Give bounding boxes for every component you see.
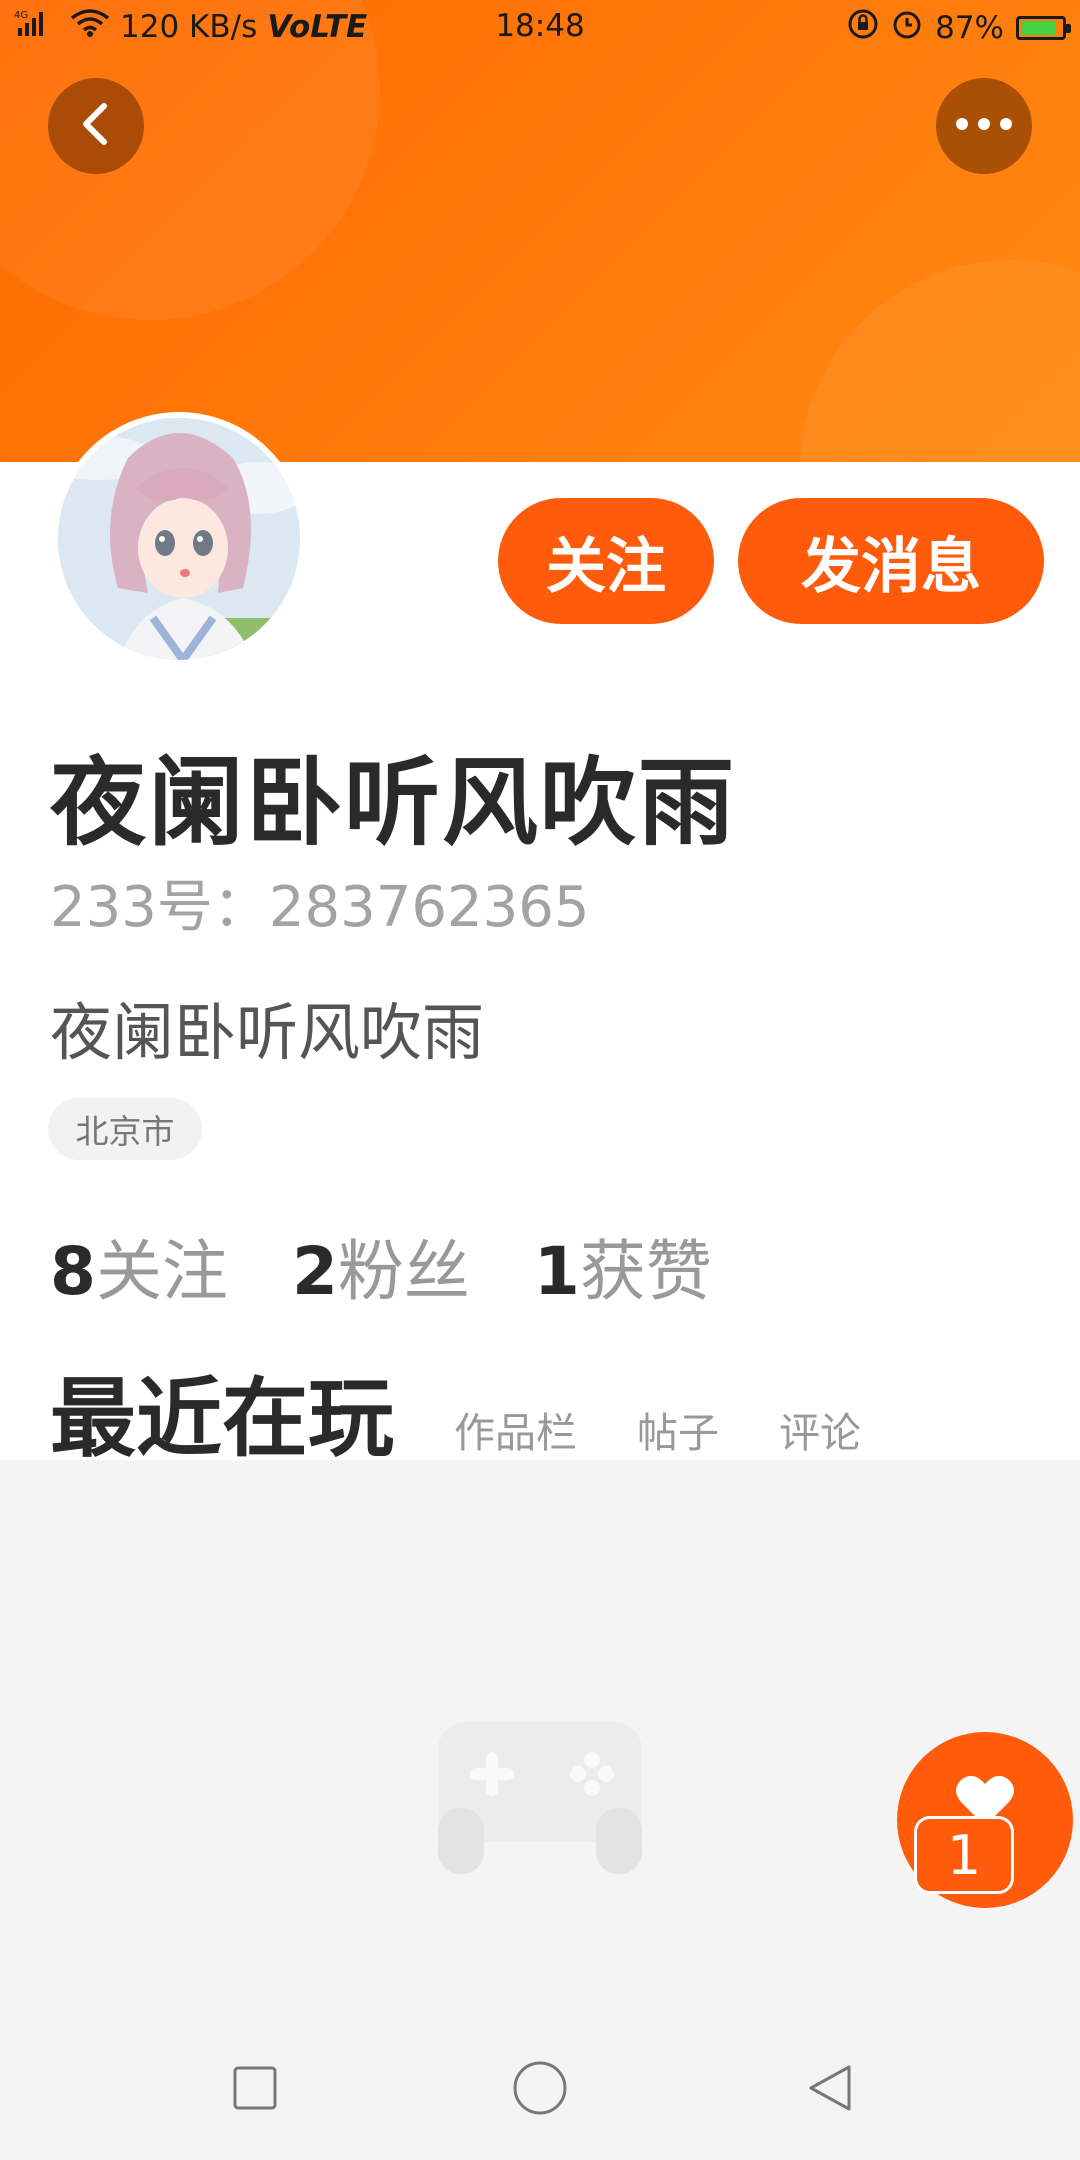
lock-rotation-icon xyxy=(847,8,879,48)
likes-stat[interactable]: 1获赞 xyxy=(534,1218,712,1314)
following-label: 关注 xyxy=(95,1233,228,1310)
followers-label: 粉丝 xyxy=(337,1233,470,1310)
home-button[interactable] xyxy=(510,2060,570,2120)
user-name: 夜阑卧听风吹雨 xyxy=(50,747,736,859)
battery-percent: 87% xyxy=(935,10,1004,46)
status-bar: 4G 120 KB/s VoLTE 18:48 87% xyxy=(0,0,1080,56)
send-message-label: 发消息 xyxy=(801,531,981,602)
location-tag: 北京市 xyxy=(48,1098,202,1160)
send-message-button[interactable]: 发消息 xyxy=(738,498,1044,624)
more-horizontal-icon xyxy=(954,116,1014,136)
tab-recently-played-label: 最近在玩 xyxy=(50,1369,394,1469)
tab-recently-played[interactable]: 最近在玩 xyxy=(50,1348,394,1493)
back-button[interactable] xyxy=(48,78,144,174)
followers-stat[interactable]: 2粉丝 xyxy=(292,1218,470,1314)
more-button[interactable] xyxy=(936,78,1032,174)
followers-count: 2 xyxy=(291,1233,338,1310)
like-count-badge: 1 xyxy=(914,1816,1014,1894)
likes-label: 获赞 xyxy=(579,1233,712,1310)
following-stat[interactable]: 8关注 xyxy=(50,1218,228,1314)
user-id: 233号：283762365 xyxy=(50,875,590,940)
stats-row: 8关注 2粉丝 1获赞 xyxy=(50,1218,712,1314)
recent-apps-button[interactable] xyxy=(225,2060,285,2120)
likes-count: 1 xyxy=(533,1233,580,1310)
following-count: 8 xyxy=(50,1233,96,1310)
follow-button[interactable]: 关注 xyxy=(498,498,714,624)
back-nav-button[interactable] xyxy=(800,2060,860,2120)
circle-icon xyxy=(512,2060,568,2120)
system-nav-bar xyxy=(0,2020,1080,2160)
follow-button-label: 关注 xyxy=(546,531,666,602)
avatar-image xyxy=(58,418,300,660)
chevron-left-icon xyxy=(76,100,116,152)
user-bio: 夜阑卧听风吹雨 xyxy=(50,996,485,1069)
profile-tabs: 最近在玩 作品栏 帖子 评论 xyxy=(50,1348,861,1493)
alarm-icon xyxy=(891,8,923,48)
battery-icon xyxy=(1016,16,1071,40)
avatar[interactable] xyxy=(52,412,306,666)
banner-decoration xyxy=(800,260,1080,462)
square-icon xyxy=(232,2065,278,2115)
triangle-back-icon xyxy=(805,2063,855,2117)
gamepad-icon xyxy=(436,1708,646,1882)
profile-banner xyxy=(0,0,1080,462)
